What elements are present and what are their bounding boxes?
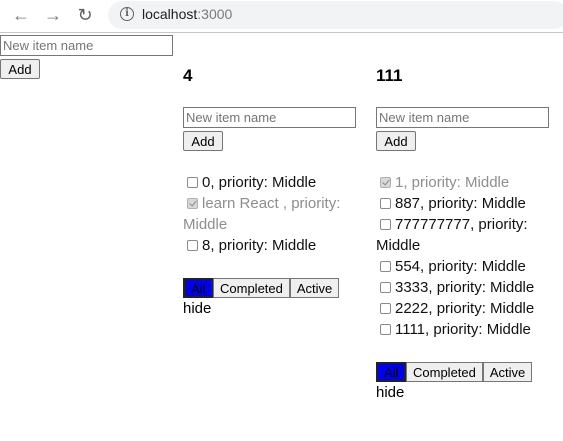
item-checkbox[interactable] [187, 240, 198, 251]
url-port: :3000 [197, 6, 233, 22]
item-checkbox[interactable] [380, 198, 391, 209]
item-label: 2222, priority: Middle [395, 300, 535, 317]
list-item[interactable]: 2222, priority: Middle [380, 298, 534, 319]
filter-completed-button[interactable]: Completed [406, 362, 483, 382]
add-item-button[interactable]: Add [183, 131, 223, 151]
address-bar[interactable]: i localhost:3000 [108, 1, 563, 29]
list-item[interactable]: 887, priority: Middle [380, 193, 526, 214]
list-title: 111 [376, 66, 403, 85]
filter-all-button[interactable]: All [376, 362, 406, 382]
list-item[interactable]: 8, priority: Middle [187, 235, 316, 256]
list-title: 4 [183, 66, 193, 85]
item-checkbox[interactable] [187, 198, 198, 209]
new-list-input[interactable] [0, 35, 173, 56]
filter-group: All Completed Active [183, 278, 340, 298]
item-label-continued: Middle [183, 216, 228, 233]
filter-active-button[interactable]: Active [482, 362, 533, 382]
reload-icon[interactable]: ↻ [74, 4, 96, 26]
url-host: localhost [142, 6, 198, 22]
item-label: 887, priority: Middle [395, 195, 526, 212]
filter-active-button[interactable]: Active [289, 278, 340, 298]
item-label: learn React , priority: [202, 195, 341, 212]
item-checkbox[interactable] [380, 219, 391, 230]
list-item[interactable]: 777777777, priority: [380, 214, 528, 235]
list-item[interactable]: learn React , priority: [187, 193, 362, 214]
item-label: 8, priority: Middle [202, 237, 317, 254]
back-arrow-icon[interactable]: ← [10, 4, 32, 26]
list-item[interactable]: 0, priority: Middle [187, 172, 316, 193]
list-item-wrap: Middle [183, 214, 227, 235]
list-item[interactable]: 554, priority: Middle [380, 256, 526, 277]
hide-link[interactable]: hide [183, 300, 211, 317]
filter-group: All Completed Active [376, 362, 533, 382]
add-item-button[interactable]: Add [376, 131, 416, 151]
filter-all-button[interactable]: All [183, 278, 213, 298]
item-checkbox[interactable] [380, 177, 391, 188]
item-checkbox[interactable] [380, 324, 391, 335]
item-label: 0, priority: Middle [202, 174, 317, 191]
forward-arrow-icon[interactable]: → [42, 4, 64, 26]
info-icon[interactable]: i [120, 7, 134, 21]
new-item-input[interactable] [183, 107, 356, 128]
item-checkbox[interactable] [380, 303, 391, 314]
item-label: 554, priority: Middle [395, 258, 526, 275]
browser-toolbar: ← → ↻ i localhost:3000 [0, 0, 563, 33]
list-item[interactable]: 3333, priority: Middle [380, 277, 534, 298]
item-checkbox[interactable] [380, 282, 391, 293]
item-label: 1111, priority: Middle [395, 321, 531, 338]
item-label: 777777777, priority: [395, 216, 528, 233]
add-list-button[interactable]: Add [0, 59, 40, 79]
item-checkbox[interactable] [380, 261, 391, 272]
item-checkbox[interactable] [187, 177, 198, 188]
new-item-input[interactable] [376, 107, 549, 128]
list-item-wrap: Middle [376, 235, 420, 256]
list-item[interactable]: 1, priority: Middle [380, 172, 509, 193]
hide-link[interactable]: hide [376, 384, 404, 401]
list-item[interactable]: 1111, priority: Middle [380, 319, 531, 340]
item-label: 1, priority: Middle [395, 174, 510, 191]
filter-completed-button[interactable]: Completed [213, 278, 290, 298]
item-label: 3333, priority: Middle [395, 279, 535, 296]
url-text: localhost:3000 [142, 6, 232, 22]
item-label-continued: Middle [376, 237, 421, 254]
